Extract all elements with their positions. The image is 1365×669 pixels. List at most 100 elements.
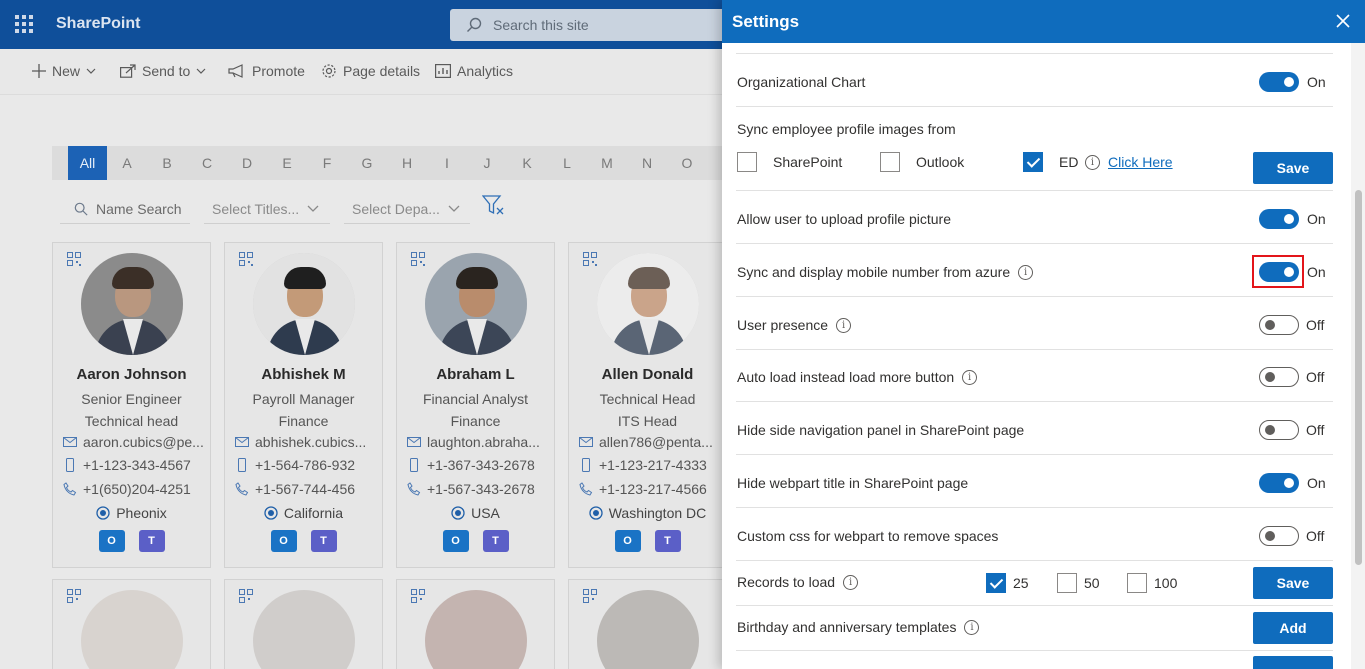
mobile-icon — [410, 458, 418, 472]
close-icon[interactable] — [1335, 13, 1351, 29]
employee-card[interactable]: Aaron Johnson Senior Engineer Technical … — [52, 242, 211, 568]
upload-picture-state: On — [1307, 211, 1326, 227]
teams-icon[interactable]: T — [310, 530, 337, 552]
outlook-icon[interactable]: O — [270, 530, 297, 552]
new-button[interactable]: New — [32, 63, 96, 79]
employee-card[interactable]: Allen Donald Technical Head ITS Head all… — [568, 242, 727, 568]
outlook-checkbox[interactable] — [880, 152, 900, 172]
user-presence-toggle[interactable] — [1259, 315, 1299, 335]
alpha-a[interactable]: A — [107, 146, 147, 180]
alpha-e[interactable]: E — [267, 146, 307, 180]
titles-dropdown[interactable]: Select Titles... — [204, 194, 330, 224]
qr-code-icon[interactable] — [411, 589, 425, 603]
templates-add-button[interactable]: Add — [1253, 612, 1333, 644]
app-name[interactable]: SharePoint — [56, 15, 140, 33]
employee-card[interactable]: Abhishek M Payroll Manager Finance abhis… — [224, 242, 383, 568]
alpha-o[interactable]: O — [667, 146, 707, 180]
teams-icon[interactable]: T — [482, 530, 509, 552]
employee-phone[interactable]: +1(650)204-4251 — [63, 481, 208, 497]
info-icon[interactable]: i — [1018, 264, 1034, 280]
analytics-button[interactable]: Analytics — [435, 63, 513, 79]
info-icon[interactable]: i — [843, 574, 859, 590]
records-save-button[interactable]: Save — [1253, 567, 1333, 599]
employee-mobile[interactable]: +1-564-786-932 — [235, 457, 380, 473]
employee-card[interactable] — [568, 579, 727, 669]
qr-code-icon[interactable] — [239, 589, 253, 603]
qr-code-icon[interactable] — [583, 252, 597, 266]
departments-placeholder: Select Depa... — [352, 200, 440, 217]
alpha-j[interactable]: J — [467, 146, 507, 180]
alpha-m[interactable]: M — [587, 146, 627, 180]
alpha-f[interactable]: F — [307, 146, 347, 180]
employee-department: Technical head — [84, 413, 179, 429]
employee-email[interactable]: allen786@penta... — [579, 434, 724, 450]
auto-load-toggle[interactable] — [1259, 367, 1299, 387]
alpha-h[interactable]: H — [387, 146, 427, 180]
alpha-b[interactable]: B — [147, 146, 187, 180]
employee-mobile[interactable]: +1-123-217-4333 — [579, 457, 724, 473]
outlook-icon[interactable]: O — [98, 530, 125, 552]
employee-card[interactable] — [396, 579, 555, 669]
teams-icon[interactable]: T — [654, 530, 681, 552]
alpha-l[interactable]: L — [547, 146, 587, 180]
name-search-input[interactable]: Name Search — [60, 194, 190, 224]
employee-card[interactable]: Abraham L Financial Analyst Finance laug… — [396, 242, 555, 568]
sync-images-save-button[interactable]: Save — [1253, 152, 1333, 184]
org-chart-toggle[interactable] — [1259, 72, 1299, 92]
info-icon[interactable]: i — [962, 369, 978, 385]
promote-button[interactable]: Promote — [228, 63, 305, 79]
employee-email[interactable]: laughton.abraha... — [407, 434, 552, 450]
settings-scrollbar[interactable] — [1351, 43, 1365, 669]
outlook-icon[interactable]: O — [442, 530, 469, 552]
scrollbar-thumb[interactable] — [1355, 190, 1362, 565]
qr-code-icon[interactable] — [583, 589, 597, 603]
location-text: Pheonix — [116, 505, 167, 521]
info-icon[interactable]: i — [964, 619, 980, 635]
alpha-k[interactable]: K — [507, 146, 547, 180]
qr-code-icon[interactable] — [67, 252, 81, 266]
alpha-all[interactable]: All — [68, 146, 107, 180]
outlook-icon[interactable]: O — [614, 530, 641, 552]
upload-picture-toggle[interactable] — [1259, 209, 1299, 229]
alpha-n[interactable]: N — [627, 146, 667, 180]
site-search-box[interactable]: Search this site — [450, 9, 740, 41]
hide-sidenav-toggle[interactable] — [1259, 420, 1299, 440]
send-to-button[interactable]: Send to — [120, 63, 206, 79]
employee-phone[interactable]: +1-567-343-2678 — [407, 481, 552, 497]
employee-phone[interactable]: +1-567-744-456 — [235, 481, 380, 497]
employee-department: Finance — [278, 413, 329, 429]
sync-mobile-toggle[interactable] — [1259, 262, 1299, 282]
employee-email[interactable]: abhishek.cubics... — [235, 434, 380, 450]
qr-code-icon[interactable] — [411, 252, 425, 266]
info-icon[interactable]: i — [836, 317, 852, 333]
templates-label-wrap: Birthday and anniversary templates i — [737, 619, 980, 635]
employee-mobile[interactable]: +1-367-343-2678 — [407, 457, 552, 473]
click-here-link[interactable]: Click Here — [1108, 154, 1173, 170]
qr-code-icon[interactable] — [67, 589, 81, 603]
alpha-c[interactable]: C — [187, 146, 227, 180]
alpha-i[interactable]: I — [427, 146, 467, 180]
records-100-checkbox[interactable] — [1127, 573, 1147, 593]
info-icon[interactable]: i — [1085, 155, 1100, 170]
records-50-checkbox[interactable] — [1057, 573, 1077, 593]
hide-title-toggle[interactable] — [1259, 473, 1299, 493]
records-25-checkbox[interactable] — [986, 573, 1006, 593]
employee-phone[interactable]: +1-123-217-4566 — [579, 481, 724, 497]
teams-icon[interactable]: T — [138, 530, 165, 552]
partial-button[interactable] — [1253, 656, 1333, 669]
analytics-icon — [435, 64, 451, 78]
alpha-d[interactable]: D — [227, 146, 267, 180]
employee-card[interactable] — [52, 579, 211, 669]
departments-dropdown[interactable]: Select Depa... — [344, 194, 470, 224]
page-details-button[interactable]: Page details — [321, 63, 420, 79]
employee-mobile[interactable]: +1-123-343-4567 — [63, 457, 208, 473]
app-launcher-icon[interactable] — [15, 15, 33, 33]
ed-checkbox[interactable] — [1023, 152, 1043, 172]
qr-code-icon[interactable] — [239, 252, 253, 266]
employee-card[interactable] — [224, 579, 383, 669]
clear-filter-icon[interactable] — [481, 195, 506, 220]
sharepoint-checkbox[interactable] — [737, 152, 757, 172]
custom-css-toggle[interactable] — [1259, 526, 1299, 546]
alpha-g[interactable]: G — [347, 146, 387, 180]
employee-email[interactable]: aaron.cubics@pe... — [63, 434, 208, 450]
